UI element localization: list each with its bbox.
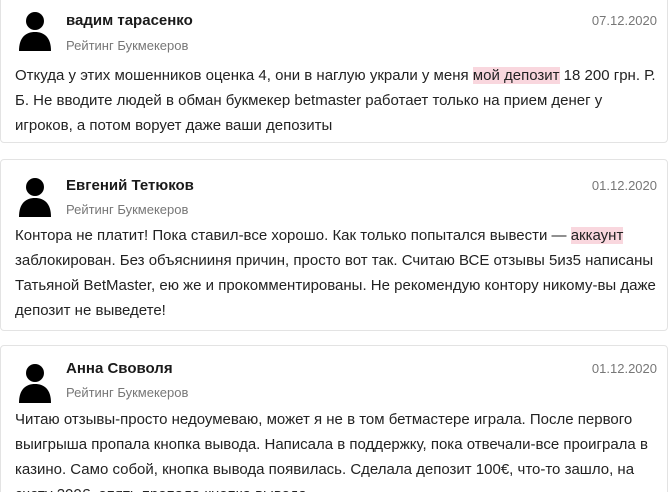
review-source: Рейтинг Букмекеров [66, 385, 189, 400]
review-card: вадим тарасенко Рейтинг Букмекеров 07.12… [0, 0, 668, 143]
review-source: Рейтинг Букмекеров [66, 202, 189, 217]
review-author[interactable]: Анна Своволя [66, 360, 173, 377]
review-card: Анна Своволя Рейтинг Букмекеров 01.12.20… [0, 345, 668, 492]
user-avatar-icon [19, 364, 51, 403]
review-text-after: заблокирован. Без объяснииня причин, про… [15, 252, 656, 319]
review-date: 07.12.2020 [591, 13, 657, 28]
review-text: Контора не платит! Пока ставил-все хорош… [15, 223, 657, 323]
review-text-before: Читаю отзывы-просто недоумеваю, может я … [15, 411, 648, 492]
review-text-before: Откуда у этих мошенников оценка 4, они в… [15, 67, 473, 84]
user-avatar-icon [19, 178, 51, 217]
review-text-before: Контора не платит! Пока ставил-все хорош… [15, 227, 571, 244]
review-author[interactable]: Евгений Тетюков [66, 177, 194, 194]
reviews-page: вадим тарасенко Рейтинг Букмекеров 07.12… [0, 0, 670, 492]
review-card: Евгений Тетюков Рейтинг Букмекеров 01.12… [0, 159, 668, 331]
review-date: 01.12.2020 [591, 178, 657, 193]
review-author[interactable]: вадим тарасенко [66, 12, 193, 29]
review-text: Читаю отзывы-просто недоумеваю, может я … [15, 407, 657, 492]
review-text-highlight: мой депозит [472, 67, 560, 84]
review-text: Откуда у этих мошенников оценка 4, они в… [15, 63, 657, 138]
review-source: Рейтинг Букмекеров [66, 38, 189, 53]
user-avatar-icon [19, 12, 51, 51]
review-date: 01.12.2020 [591, 361, 657, 376]
review-text-highlight: аккаунт [570, 227, 624, 244]
